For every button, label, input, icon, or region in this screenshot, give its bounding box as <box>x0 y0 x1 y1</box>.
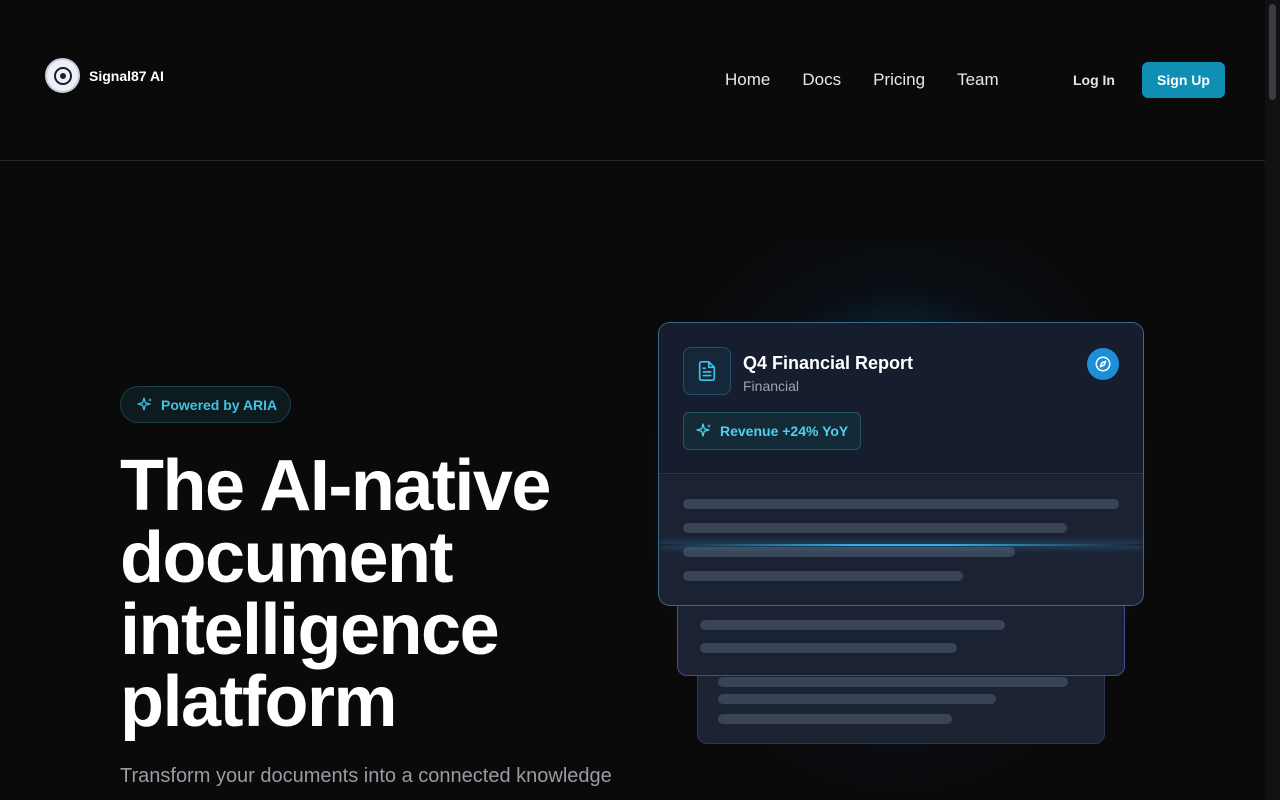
skeleton-line <box>718 694 996 704</box>
skeleton-line <box>700 643 957 653</box>
skeleton-line <box>683 571 963 581</box>
nav-pricing[interactable]: Pricing <box>873 70 925 90</box>
main-nav: Home Docs Pricing Team <box>725 70 999 90</box>
skeleton-line <box>700 620 1005 630</box>
sparkle-icon <box>137 396 152 411</box>
skeleton-line <box>683 547 1015 557</box>
document-card-header: Q4 Financial Report Financial Revenue +2… <box>659 323 1143 474</box>
nav-docs[interactable]: Docs <box>802 70 841 90</box>
logo-icon <box>45 58 80 93</box>
scrollbar[interactable] <box>1265 0 1280 800</box>
badge-label: Powered by ARIA <box>161 396 278 413</box>
brand-name: Signal87 AI <box>89 67 164 84</box>
document-category: Financial <box>743 378 800 394</box>
skeleton-line <box>718 677 1068 687</box>
skeleton-line <box>683 523 1067 533</box>
hero-subtext: Transform your documents into a connecte… <box>120 765 612 787</box>
skeleton-line <box>683 499 1119 509</box>
nav-home[interactable]: Home <box>725 70 770 90</box>
insight-label: Revenue +24% YoY <box>720 423 849 439</box>
brand-logo[interactable]: Signal87 AI <box>45 58 164 93</box>
nav-team[interactable]: Team <box>957 70 999 90</box>
sparkle-icon <box>696 423 711 437</box>
compass-icon[interactable] <box>1087 348 1119 380</box>
login-link[interactable]: Log In <box>1073 72 1115 88</box>
document-icon <box>683 347 731 395</box>
site-header: Signal87 AI Home Docs Pricing Team Log I… <box>0 0 1265 161</box>
powered-by-badge: Powered by ARIA <box>120 386 291 423</box>
signup-button[interactable]: Sign Up <box>1142 62 1225 98</box>
hero-headline: The AI-native document intelligence plat… <box>120 446 551 742</box>
scan-line <box>659 544 1143 546</box>
insight-chip[interactable]: Revenue +24% YoY <box>683 412 861 450</box>
document-title: Q4 Financial Report <box>743 353 914 373</box>
document-card[interactable]: Q4 Financial Report Financial Revenue +2… <box>658 322 1144 606</box>
document-card-body <box>659 475 1143 605</box>
skeleton-line <box>718 714 952 724</box>
scrollbar-thumb[interactable] <box>1269 4 1276 100</box>
